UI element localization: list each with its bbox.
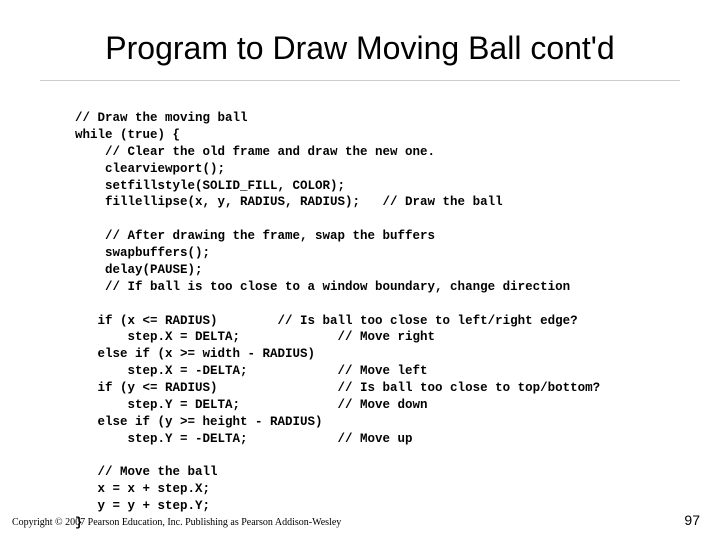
slide-title: Program to Draw Moving Ball cont'd <box>0 30 720 67</box>
copyright-footer: Copyright © 2007 Pearson Education, Inc.… <box>12 517 341 528</box>
title-underline <box>40 80 680 81</box>
code-block: // Draw the moving ball while (true) { /… <box>75 110 690 532</box>
slide: Program to Draw Moving Ball cont'd // Dr… <box>0 0 720 540</box>
page-number: 97 <box>684 512 700 528</box>
